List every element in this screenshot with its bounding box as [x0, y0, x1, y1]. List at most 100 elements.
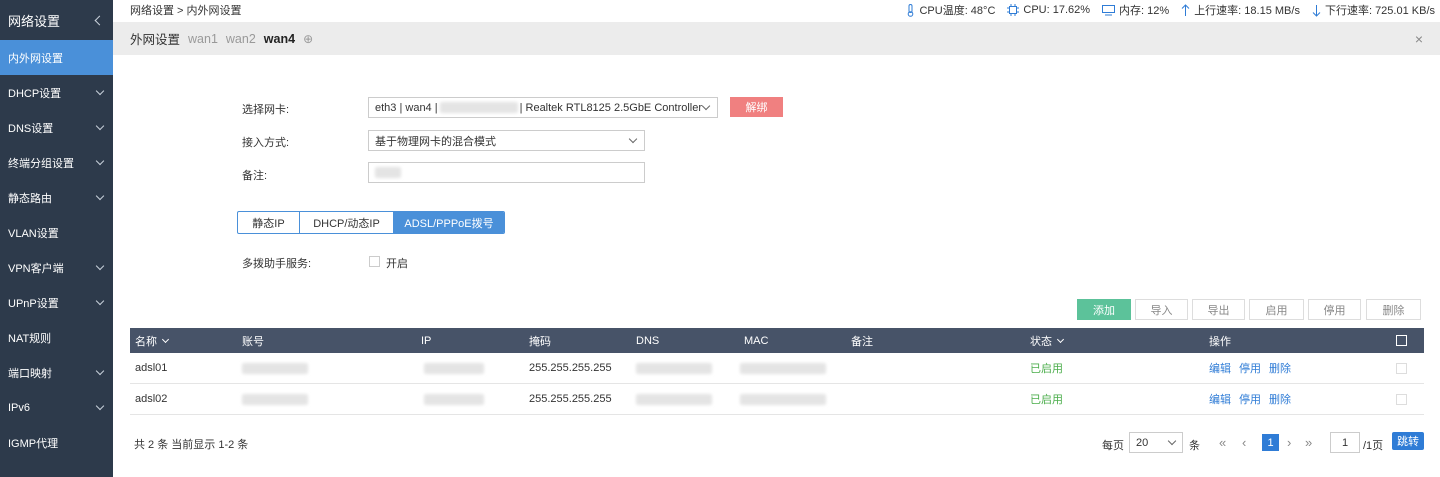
first-page-icon[interactable]: « — [1219, 436, 1226, 449]
col-ops: 操作 — [1209, 335, 1231, 348]
pagination-summary: 共 2 条 当前显示 1-2 条 — [134, 439, 249, 451]
cpu-text: CPU: 17.62% — [1023, 4, 1091, 16]
delete-link[interactable]: 删除 — [1269, 391, 1291, 407]
note-label: 备注: — [242, 170, 268, 182]
row-actions: 编辑 停用 删除 — [1209, 353, 1299, 383]
next-page-icon[interactable]: › — [1287, 436, 1291, 449]
table-header: 名称 账号 IP 掩码 DNS MAC 备注 状态 操作 — [130, 328, 1424, 353]
sidebar-item-label: 静态路由 — [8, 192, 52, 205]
cpu-temp-stat: CPU温度: 48°C — [906, 2, 995, 18]
add-tab-icon[interactable]: ⊕ — [303, 32, 313, 46]
top-bar: 网络设置 > 内外网设置 CPU温度: 48°C CPU: 17.62% 内存:… — [113, 0, 1440, 20]
sidebar-item[interactable]: VLAN设置 — [0, 215, 113, 250]
system-stats: CPU温度: 48°C CPU: 17.62% 内存: 12% 上行速率: 18… — [906, 2, 1435, 18]
upload-stat: 上行速率: 18.15 MB/s — [1181, 2, 1300, 18]
row-mac — [740, 384, 826, 414]
seg-pppoe[interactable]: ADSL/PPPoE拨号 — [394, 212, 504, 233]
unbind-button[interactable]: 解绑 — [730, 97, 783, 117]
table-row: adsl01 255.255.255.255 已启用 编辑 停用 删除 — [130, 353, 1424, 384]
row-account — [242, 384, 308, 414]
sidebar-item-label: IGMP代理 — [8, 437, 59, 450]
row-mask: 255.255.255.255 — [529, 362, 612, 374]
import-button[interactable]: 导入 — [1135, 299, 1188, 320]
download-text: 下行速率: 725.01 KB/s — [1324, 5, 1435, 17]
col-account: 账号 — [242, 335, 264, 348]
sidebar-item[interactable]: 终端分组设置 — [0, 145, 113, 180]
last-page-icon[interactable]: » — [1305, 436, 1312, 449]
export-button[interactable]: 导出 — [1192, 299, 1245, 320]
memory-stat: 内存: 12% — [1102, 2, 1169, 18]
multi-dial-checkbox[interactable] — [369, 256, 380, 267]
col-mask: 掩码 — [529, 335, 551, 348]
jump-button[interactable]: 跳转 — [1392, 432, 1424, 450]
redacted-note — [375, 167, 401, 178]
disable-button[interactable]: 停用 — [1308, 299, 1361, 320]
sidebar-item[interactable]: DHCP设置 — [0, 75, 113, 110]
nic-select[interactable]: eth3 | wan4 | | Realtek RTL8125 2.5GbE C… — [368, 97, 718, 118]
close-icon[interactable]: × — [1415, 31, 1423, 47]
disable-link[interactable]: 停用 — [1239, 391, 1261, 407]
disable-link[interactable]: 停用 — [1239, 360, 1261, 376]
enable-button[interactable]: 启用 — [1249, 299, 1304, 320]
col-name[interactable]: 名称 — [135, 328, 170, 353]
edit-link[interactable]: 编辑 — [1209, 391, 1231, 407]
tab-bar-title: 外网设置 — [130, 33, 181, 47]
row-checkbox[interactable] — [1396, 363, 1407, 374]
seg-static-ip[interactable]: 静态IP — [238, 212, 300, 233]
delete-button[interactable]: 删除 — [1366, 299, 1421, 320]
seg-dhcp[interactable]: DHCP/动态IP — [300, 212, 394, 233]
thermometer-icon — [908, 3, 914, 17]
prev-page-icon[interactable]: ‹ — [1242, 436, 1246, 449]
chevron-down-icon — [95, 86, 105, 96]
sidebar-item[interactable]: DNS设置 — [0, 110, 113, 145]
sidebar-item-label: VPN客户端 — [8, 262, 64, 275]
sidebar-item[interactable]: NAT规则 — [0, 320, 113, 355]
note-input[interactable] — [368, 162, 645, 183]
tab-wan1[interactable]: wan1 — [188, 32, 218, 46]
chevron-down-icon — [95, 191, 105, 201]
sidebar-item[interactable]: IPv6 — [0, 390, 113, 425]
current-page-button[interactable]: 1 — [1262, 434, 1279, 451]
delete-link[interactable]: 删除 — [1269, 360, 1291, 376]
memory-text: 内存: 12% — [1119, 5, 1170, 17]
col-mac: MAC — [744, 334, 769, 347]
sidebar-item[interactable]: UPnP设置 — [0, 285, 113, 320]
row-dns — [636, 353, 712, 383]
sidebar-item[interactable]: VPN客户端 — [0, 250, 113, 285]
sidebar-item[interactable]: 内外网设置 — [0, 40, 113, 75]
col-status[interactable]: 状态 — [1030, 328, 1065, 353]
row-checkbox[interactable] — [1396, 394, 1407, 405]
row-name: adsl01 — [135, 362, 168, 374]
sidebar-item[interactable]: IGMP代理 — [0, 425, 113, 460]
multi-dial-label: 多拨助手服务: — [242, 258, 312, 270]
per-page-unit: 条 — [1189, 440, 1200, 452]
arrow-up-icon — [1181, 3, 1190, 16]
cpu-stat: CPU: 17.62% — [1007, 4, 1090, 16]
arrow-down-icon — [1312, 4, 1321, 17]
tab-wan4[interactable]: wan4 — [264, 32, 295, 46]
upload-text: 上行速率: 18.15 MB/s — [1194, 5, 1300, 17]
sidebar-item[interactable]: 端口映射 — [0, 355, 113, 390]
chevron-down-icon — [628, 134, 638, 144]
col-note: 备注 — [851, 335, 873, 348]
tab-wan2[interactable]: wan2 — [226, 32, 256, 46]
sidebar-item-label: NAT规则 — [8, 332, 52, 345]
nic-select-suffix: | Realtek RTL8125 2.5GbE Controller — [519, 101, 703, 114]
select-all-checkbox[interactable] — [1396, 335, 1407, 346]
page-number-input[interactable]: 1 — [1330, 432, 1360, 453]
sidebar-title: 网络设置 — [8, 13, 61, 29]
sidebar-item-label: 终端分组设置 — [8, 157, 74, 170]
sidebar-item[interactable]: 静态路由 — [0, 180, 113, 215]
chevron-down-icon — [95, 296, 105, 306]
per-page-select[interactable]: 20 — [1129, 432, 1183, 453]
sidebar-item-label: VLAN设置 — [8, 227, 59, 240]
sidebar-header: 网络设置 — [0, 0, 113, 40]
sidebar-item-label: DHCP设置 — [8, 87, 62, 100]
mode-select[interactable]: 基于物理网卡的混合模式 — [368, 130, 645, 151]
chevron-down-icon — [95, 261, 105, 271]
per-page-label: 每页 — [1102, 440, 1124, 452]
edit-link[interactable]: 编辑 — [1209, 360, 1231, 376]
wan-tab-bar: 外网设置 wan1 wan2 wan4 ⊕ × — [113, 22, 1440, 55]
add-button[interactable]: 添加 — [1077, 299, 1131, 320]
collapse-sidebar-icon[interactable] — [94, 15, 105, 25]
